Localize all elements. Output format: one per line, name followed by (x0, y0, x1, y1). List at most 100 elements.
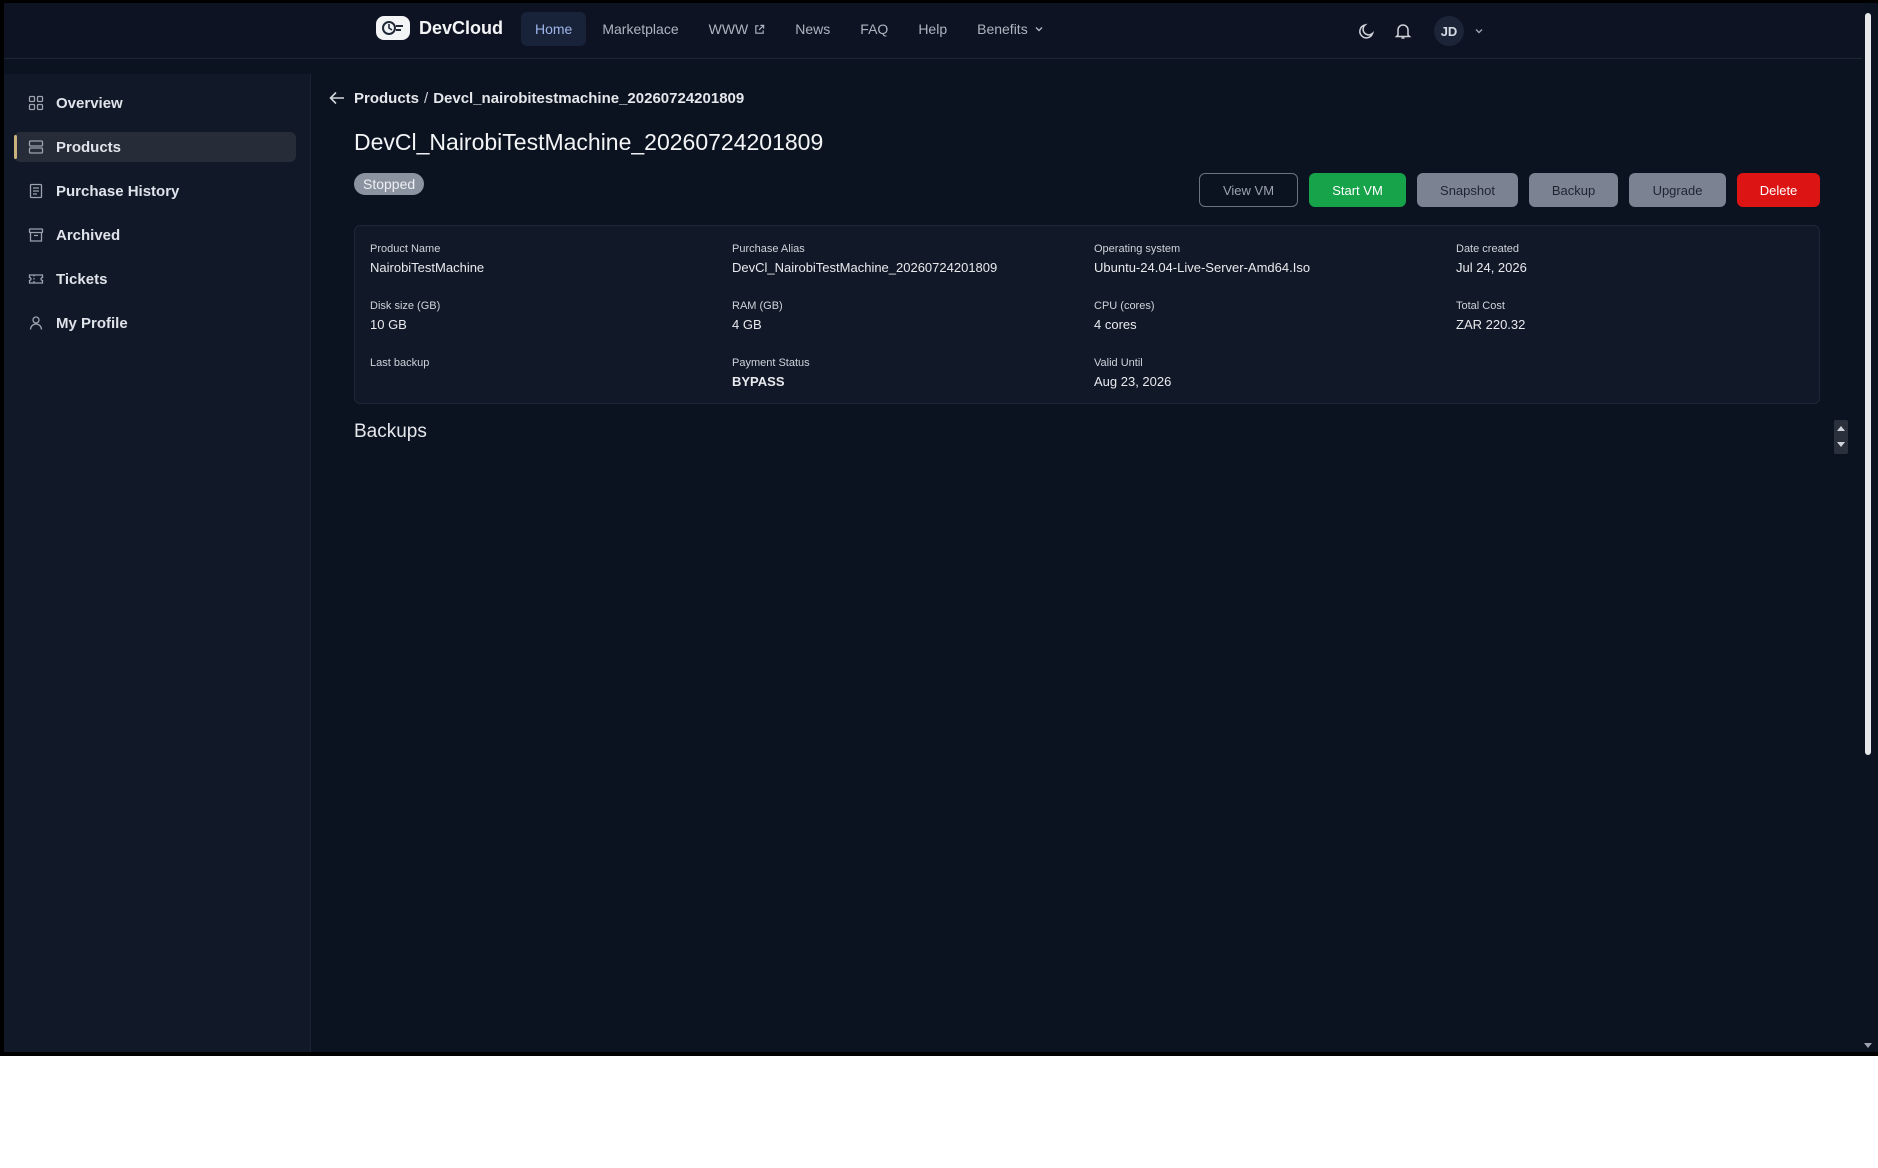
grid-icon (28, 95, 44, 111)
nav-www-label: WWW (708, 21, 749, 37)
field-label: Total Cost (1456, 300, 1505, 312)
field-label: Operating system (1094, 243, 1181, 255)
field-label: Disk size (GB) (370, 300, 441, 312)
field-valid-until: Valid Until Aug 23, 2026 (1094, 357, 1171, 390)
scrollbar-thumb[interactable] (1865, 13, 1871, 755)
sidebar-item-label: Purchase History (56, 182, 180, 200)
field-cpu: CPU (cores) 4 cores (1094, 300, 1155, 333)
page-title: DevCl_NairobiTestMachine_20260724201809 (354, 129, 824, 155)
app-window: DevCloud Home Marketplace WWW News FAQ H… (0, 0, 1878, 1056)
field-label: Product Name (370, 243, 441, 255)
sidebar-item-purchase-history[interactable]: Purchase History (14, 176, 296, 206)
receipt-icon (28, 183, 44, 199)
field-total-cost: Total Cost ZAR 220.32 (1456, 300, 1525, 333)
scroll-up-icon[interactable] (1837, 426, 1845, 431)
field-value: Jul 24, 2026 (1456, 260, 1527, 275)
window-border-left (0, 0, 4, 1056)
field-label: Last backup (370, 357, 430, 369)
nav-news[interactable]: News (781, 12, 844, 46)
field-payment-status: Payment Status BYPASS (732, 357, 810, 390)
sidebar-item-label: Overview (56, 94, 123, 112)
product-details-card: Product Name NairobiTestMachine Purchase… (354, 225, 1820, 404)
delete-button[interactable]: Delete (1737, 173, 1820, 207)
breadcrumb-products-link[interactable]: Products (354, 90, 419, 107)
field-label: CPU (cores) (1094, 300, 1155, 312)
nav-help-label: Help (918, 21, 948, 37)
field-label: Date created (1456, 243, 1519, 255)
nav-benefits-label: Benefits (977, 21, 1028, 37)
backups-heading: Backups (354, 421, 427, 442)
field-disk-size: Disk size (GB) 10 GB (370, 300, 440, 333)
sidebar-item-archived[interactable]: Archived (14, 220, 296, 250)
backups-scrollbar[interactable] (1834, 420, 1848, 454)
user-icon (28, 315, 44, 331)
avatar[interactable]: JD (1434, 16, 1464, 46)
upgrade-button[interactable]: Upgrade (1629, 173, 1726, 207)
logo-icon (376, 16, 410, 40)
field-value: DevCl_NairobiTestMachine_20260724201809 (732, 260, 998, 275)
nav-www[interactable]: WWW (695, 12, 780, 46)
nav-marketplace-label: Marketplace (602, 21, 679, 37)
window-border-top (0, 0, 1878, 3)
breadcrumb-current: Devcl_nairobitestmachine_20260724201809 (433, 89, 745, 107)
field-last-backup: Last backup (370, 357, 429, 374)
sidebar-item-overview[interactable]: Overview (14, 88, 296, 118)
nav-news-label: News (795, 21, 831, 37)
nav-marketplace[interactable]: Marketplace (588, 12, 692, 46)
sidebar-item-label: My Profile (56, 314, 128, 332)
sidebar: Overview Products Purchase History Archi… (4, 74, 311, 1056)
external-link-icon (754, 24, 765, 35)
breadcrumb-separator: / (424, 89, 429, 107)
bell-icon[interactable] (1390, 14, 1416, 48)
sidebar-item-label: Tickets (56, 270, 108, 288)
field-purchase-alias: Purchase Alias DevCl_NairobiTestMachine_… (732, 243, 997, 276)
page-scrollbar[interactable] (1862, 3, 1874, 1052)
sidebar-item-my-profile[interactable]: My Profile (14, 308, 296, 338)
sidebar-item-label: Products (56, 138, 122, 156)
moon-icon[interactable] (1354, 14, 1380, 48)
nav-home[interactable]: Home (521, 12, 587, 46)
scroll-down-icon[interactable] (1864, 1043, 1872, 1048)
field-operating-system: Operating system Ubuntu-24.04-Live-Serve… (1094, 243, 1310, 276)
server-icon (28, 139, 44, 155)
scroll-down-icon[interactable] (1837, 442, 1845, 447)
logo[interactable]: DevCloud (376, 16, 503, 40)
ticket-icon (28, 271, 44, 287)
action-toolbar: View VM Start VM Snapshot Backup Upgrade… (1199, 173, 1820, 207)
field-value: Aug 23, 2026 (1094, 374, 1172, 389)
nav-faq[interactable]: FAQ (846, 12, 902, 46)
chevron-down-icon (1034, 24, 1044, 34)
field-value: BYPASS (732, 374, 785, 389)
breadcrumb: Products / Devcl_nairobitestmachine_2026… (328, 89, 744, 107)
sidebar-item-products[interactable]: Products (14, 132, 296, 162)
arrow-left-icon[interactable] (328, 89, 346, 107)
field-label: Purchase Alias (732, 243, 805, 255)
field-value: 4 GB (732, 317, 762, 332)
field-value: Ubuntu-24.04-Live-Server-Amd64.Iso (1094, 260, 1311, 275)
header-actions: JD (1354, 14, 1484, 48)
field-product-name: Product Name NairobiTestMachine (370, 243, 484, 276)
backup-button[interactable]: Backup (1529, 173, 1618, 207)
field-label: Payment Status (732, 357, 810, 369)
status-badge: Stopped (354, 173, 425, 195)
nav-home-label: Home (535, 21, 573, 37)
field-date-created: Date created Jul 24, 2026 (1456, 243, 1527, 276)
chevron-down-icon[interactable] (1474, 26, 1484, 36)
snapshot-button[interactable]: Snapshot (1417, 173, 1518, 207)
field-value: ZAR 220.32 (1456, 317, 1526, 332)
top-navbar: DevCloud Home Marketplace WWW News FAQ H… (4, 3, 1862, 59)
field-label: RAM (GB) (732, 300, 783, 312)
sidebar-item-tickets[interactable]: Tickets (14, 264, 296, 294)
main-nav: Home Marketplace WWW News FAQ Help Benef… (521, 12, 1058, 46)
view-vm-button[interactable]: View VM (1199, 173, 1298, 207)
field-value: NairobiTestMachine (370, 260, 485, 275)
app-name: DevCloud (419, 17, 504, 38)
field-value: 10 GB (370, 317, 407, 332)
field-ram: RAM (GB) 4 GB (732, 300, 783, 333)
nav-help[interactable]: Help (904, 12, 961, 46)
sidebar-item-label: Archived (56, 226, 121, 244)
window-border-bottom (0, 1052, 1878, 1056)
nav-benefits[interactable]: Benefits (963, 12, 1058, 46)
field-label: Valid Until (1094, 357, 1143, 369)
start-vm-button[interactable]: Start VM (1309, 173, 1406, 207)
